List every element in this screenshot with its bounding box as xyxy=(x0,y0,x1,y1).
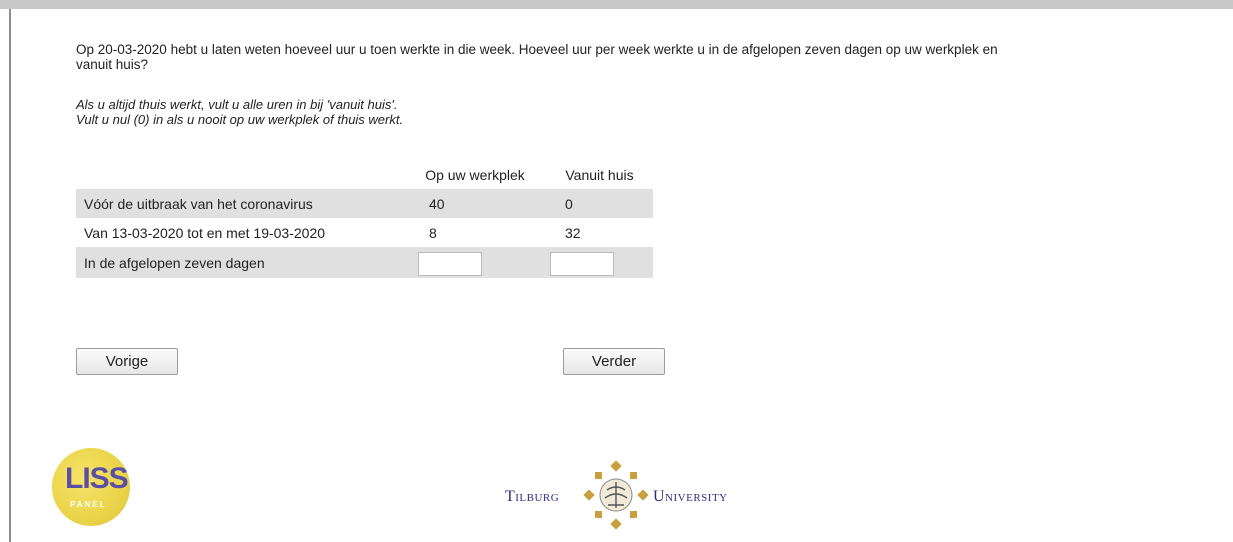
survey-page: Op 20-03-2020 hebt u laten weten hoeveel… xyxy=(0,0,1233,542)
huis-value: 32 xyxy=(565,224,581,241)
instruction-line-1: Als u altijd thuis werkt, vult u alle ur… xyxy=(76,97,398,112)
row-label: Van 13-03-2020 tot en met 19-03-2020 xyxy=(84,224,326,241)
previous-button[interactable]: Vorige xyxy=(76,348,178,375)
instruction-text: Als u altijd thuis werkt, vult u alle ur… xyxy=(76,97,776,127)
window-left-border xyxy=(9,9,11,542)
instruction-line-2: Vult u nul (0) in als u nooit op uw werk… xyxy=(76,112,404,127)
row-label: In de afgelopen zeven dagen xyxy=(76,247,404,278)
werkplek-value: 40 xyxy=(404,189,546,218)
table-row: Vóór de uitbraak van het coronavirus 40 … xyxy=(76,189,653,218)
question-text: Op 20-03-2020 hebt u laten weten hoeveel… xyxy=(76,42,998,72)
window-top-border xyxy=(0,0,1233,9)
header-vanuit-huis: Vanuit huis xyxy=(565,166,634,183)
next-button[interactable]: Verder xyxy=(563,348,665,375)
huis-value: 0 xyxy=(546,189,653,218)
werkplek-hours-input[interactable] xyxy=(418,251,482,276)
liss-logo-text: LISS xyxy=(65,462,129,495)
table-row: Van 13-03-2020 tot en met 19-03-2020 8 3… xyxy=(76,218,653,247)
tilburg-logo-left-text: Tilburg xyxy=(505,488,560,505)
table-header-row: Op uw werkplek Vanuit huis xyxy=(76,160,653,189)
tilburg-logo-right-text: University xyxy=(653,488,728,505)
tilburg-university-logo: Tilburg University xyxy=(505,460,765,530)
row-label: Vóór de uitbraak van het coronavirus xyxy=(76,189,404,218)
header-empty xyxy=(76,160,404,189)
table-row-input: In de afgelopen zeven dagen xyxy=(76,247,653,278)
werkplek-value: 8 xyxy=(429,224,437,241)
huis-hours-input[interactable] xyxy=(550,251,614,276)
huis-cell xyxy=(546,247,653,278)
tilburg-emblem-icon xyxy=(583,460,649,530)
hours-table: Op uw werkplek Vanuit huis Vóór de uitbr… xyxy=(76,160,653,278)
liss-logo-subtext: PANEL xyxy=(70,500,107,509)
header-werkplek: Op uw werkplek xyxy=(425,166,525,183)
liss-panel-logo: LISS PANEL xyxy=(52,448,130,526)
werkplek-cell xyxy=(404,247,546,278)
